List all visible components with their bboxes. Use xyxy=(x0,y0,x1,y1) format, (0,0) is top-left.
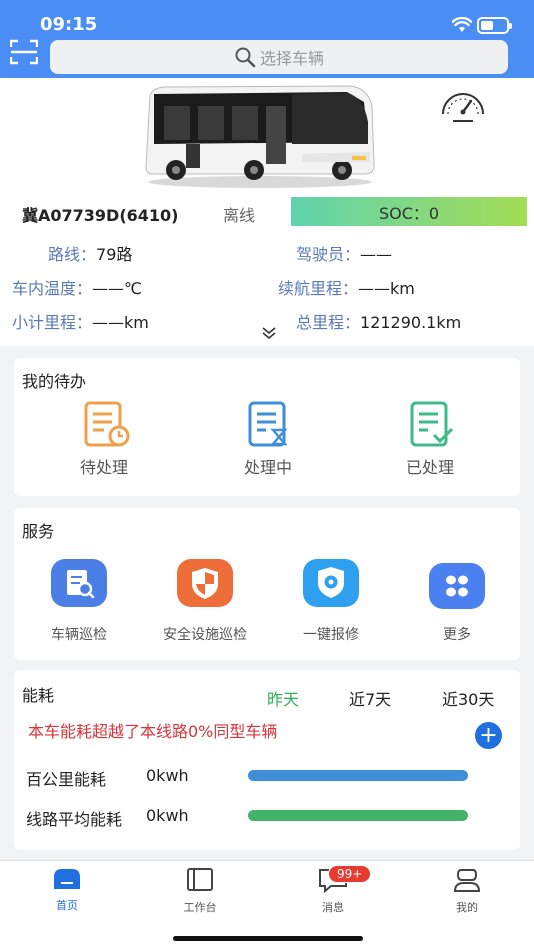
home-icon xyxy=(54,869,80,889)
temperature-row: 车内温度：——℃ xyxy=(12,275,142,299)
metric-per-100km-label: 百公里能耗 xyxy=(26,770,107,789)
metric-per-100km-value: 0kwh xyxy=(146,766,189,785)
todo-done-label: 已处理 xyxy=(405,458,454,477)
route-row: 路线：79路 xyxy=(48,241,132,265)
tab-7-days[interactable]: 近7天 xyxy=(349,686,391,710)
processing-hourglass-icon xyxy=(248,401,288,447)
todo-pending[interactable]: 待处理 xyxy=(62,400,146,478)
nav-mine-label: 我的 xyxy=(456,901,478,914)
service-vehicle-inspection[interactable]: 车辆巡检 xyxy=(24,558,134,644)
inspection-icon xyxy=(51,559,107,607)
scan-icon[interactable] xyxy=(10,39,38,65)
energy-warning: 本车能耗超越了本线路0%同型车辆 xyxy=(28,722,278,741)
trip-mileage-row: 小计里程：——km xyxy=(12,309,149,333)
service-more-label: 更多 xyxy=(443,627,471,643)
soc-value: SOC：0 xyxy=(378,203,440,223)
range-value: ——km xyxy=(358,279,415,298)
vehicle-plate: 冀A07739D(6410) xyxy=(22,206,179,225)
service-safety-inspection[interactable]: 安全设施巡检 xyxy=(150,558,260,644)
expand-chevron-icon[interactable] xyxy=(262,326,276,340)
service-repair[interactable]: 一键报修 xyxy=(276,558,386,644)
metric-route-avg-value: 0kwh xyxy=(146,806,189,825)
bus-image xyxy=(145,85,375,188)
trip-mileage-value: ——km xyxy=(92,313,149,332)
message-badge: 99+ xyxy=(328,865,372,883)
services-title: 服务 xyxy=(22,522,55,541)
todo-card: 我的待办 待处理 处理中 已处理 xyxy=(14,358,520,496)
done-check-icon xyxy=(410,401,454,447)
nav-home[interactable]: 首页 xyxy=(32,867,102,913)
services-card: 服务 车辆巡检 安全设施巡检 一键报修 更多 xyxy=(14,508,520,660)
nav-messages-label: 消息 xyxy=(322,901,344,914)
nav-home-label: 首页 xyxy=(56,899,78,912)
temperature-value: ——℃ xyxy=(92,279,142,298)
metric-route-avg-bar xyxy=(248,810,468,821)
nav-workbench-label: 工作台 xyxy=(183,901,217,914)
total-mileage-label: 总里程： xyxy=(296,313,361,332)
todo-title: 我的待办 xyxy=(22,372,87,391)
service-repair-label: 一键报修 xyxy=(303,627,359,643)
total-mileage-value: 121290.1km xyxy=(360,313,462,332)
status-time: 09:15 xyxy=(40,14,98,35)
total-mileage-row: 总里程：121290.1km xyxy=(296,309,461,333)
more-icon xyxy=(429,563,485,609)
vehicle-search-input[interactable]: 选择车辆 xyxy=(50,40,508,74)
vehicle-panel: 冀A07739D(6410) 离线 SOC：0 路线：79路 驾驶员：—— 车内… xyxy=(0,78,534,346)
top-header: 09:15 选择车辆 xyxy=(0,0,534,78)
search-icon xyxy=(235,47,256,68)
service-more[interactable]: 更多 xyxy=(402,562,512,644)
todo-pending-label: 待处理 xyxy=(79,458,128,477)
home-indicator xyxy=(173,936,363,941)
trip-mileage-label: 小计里程： xyxy=(12,313,93,332)
energy-title: 能耗 xyxy=(22,686,55,705)
route-value: 79路 xyxy=(96,245,133,264)
todo-done[interactable]: 已处理 xyxy=(388,400,472,478)
nav-workbench[interactable]: 工作台 xyxy=(165,867,235,915)
route-label: 路线： xyxy=(48,245,97,264)
pending-clock-icon xyxy=(84,401,130,447)
range-label: 续航里程： xyxy=(278,279,359,298)
todo-processing[interactable]: 处理中 xyxy=(226,400,310,478)
service-vehicle-inspection-label: 车辆巡检 xyxy=(51,627,107,643)
vehicle-status: 离线 xyxy=(223,206,256,225)
soc-badge: SOC：0 xyxy=(291,197,527,226)
driver-value: —— xyxy=(360,245,393,264)
add-button[interactable]: + xyxy=(475,722,502,749)
driver-label: 驾驶员： xyxy=(296,245,361,264)
repair-icon xyxy=(303,559,359,607)
service-safety-inspection-label: 安全设施巡检 xyxy=(163,627,247,643)
energy-card: 能耗 昨天 近7天 近30天 本车能耗超越了本线路0%同型车辆 + 百公里能耗 … xyxy=(14,670,520,850)
speedometer-icon[interactable] xyxy=(440,88,486,124)
shield-icon xyxy=(177,559,233,607)
wifi-icon xyxy=(452,17,472,32)
metric-per-100km-bar xyxy=(248,770,468,781)
tab-yesterday[interactable]: 昨天 xyxy=(267,686,299,710)
temperature-label: 车内温度： xyxy=(12,279,93,298)
todo-processing-label: 处理中 xyxy=(243,458,292,477)
nav-mine[interactable]: 我的 xyxy=(432,867,502,915)
book-icon xyxy=(187,868,213,891)
user-icon xyxy=(453,869,481,892)
search-placeholder: 选择车辆 xyxy=(259,49,324,68)
plus-icon: + xyxy=(479,722,498,748)
driver-row: 驾驶员：—— xyxy=(296,241,392,265)
metric-route-avg-label: 线路平均能耗 xyxy=(26,810,123,829)
range-row: 续航里程：——km xyxy=(278,275,415,299)
battery-icon xyxy=(477,17,512,34)
tab-30-days[interactable]: 近30天 xyxy=(442,686,494,710)
